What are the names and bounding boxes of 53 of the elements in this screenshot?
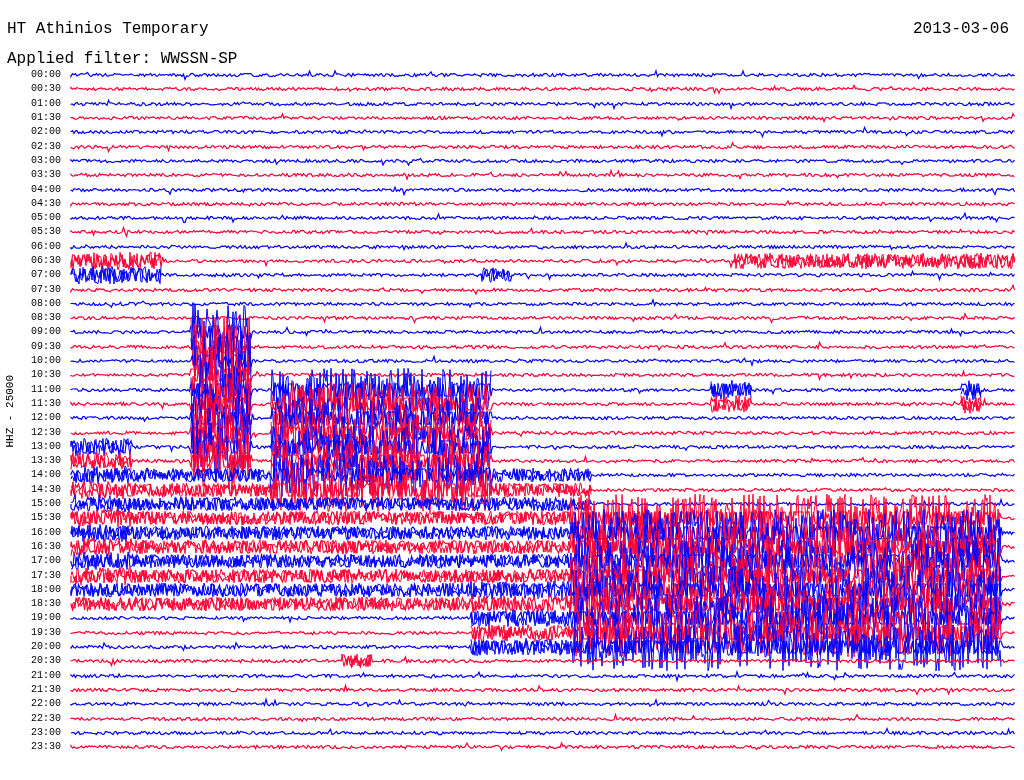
time-label: 18:00: [30, 582, 62, 597]
time-label: 23:00: [30, 725, 62, 740]
time-label: 08:00: [30, 296, 62, 311]
time-label: 07:30: [30, 282, 62, 297]
seismic-burst: [340, 653, 372, 668]
time-label: 01:00: [30, 96, 62, 111]
time-label: 03:30: [30, 168, 62, 183]
time-label: 22:30: [30, 711, 62, 726]
time-label: 06:30: [30, 254, 62, 268]
time-label: 04:30: [30, 196, 62, 211]
date-label: 2013-03-06: [913, 19, 1010, 39]
time-label: 12:30: [30, 425, 62, 440]
time-label: 02:30: [30, 139, 62, 154]
time-label: 10:30: [30, 368, 62, 383]
time-label: 17:30: [30, 568, 62, 583]
time-label: 04:00: [30, 182, 62, 197]
time-label: 05:00: [30, 211, 62, 226]
time-label: 21:30: [30, 682, 62, 697]
time-label: 11:30: [30, 396, 62, 411]
time-label: 13:00: [30, 439, 62, 454]
station-title: HT Athinios Temporary: [7, 19, 209, 39]
time-label: 14:30: [30, 482, 62, 497]
time-label: 13:30: [30, 454, 62, 469]
time-label: 12:00: [30, 411, 62, 426]
time-label: 03:00: [30, 153, 62, 168]
time-label: 21:00: [30, 668, 62, 683]
time-label: 20:30: [30, 654, 62, 669]
time-label: 02:00: [30, 125, 62, 140]
time-label: 15:30: [30, 511, 62, 526]
time-label: 20:00: [30, 640, 62, 654]
time-label: 19:00: [30, 611, 62, 626]
time-label: 16:30: [30, 539, 62, 554]
time-label: 08:30: [30, 311, 62, 326]
filter-label: Applied filter: WWSSN-SP: [7, 50, 238, 68]
time-label: 15:00: [30, 497, 62, 512]
time-label: 22:00: [30, 697, 62, 712]
time-label: 05:30: [30, 225, 62, 240]
time-label: 01:30: [30, 111, 62, 126]
time-label: 10:00: [30, 354, 62, 369]
time-label: 11:00: [30, 382, 62, 397]
time-label: 16:00: [30, 525, 62, 540]
time-label: 14:00: [30, 468, 62, 483]
time-label: 23:30: [30, 740, 62, 755]
time-label: 09:30: [30, 339, 62, 354]
time-label: 00:00: [30, 68, 62, 83]
time-label: 18:30: [30, 597, 62, 612]
time-label: 00:30: [30, 82, 62, 97]
time-label: 17:00: [30, 554, 62, 569]
time-label: 07:00: [30, 268, 62, 283]
time-label: 06:00: [30, 239, 62, 254]
time-label: 19:30: [30, 625, 62, 640]
axis-label: HHZ - 25000: [2, 374, 17, 448]
time-label: 09:00: [30, 325, 62, 340]
